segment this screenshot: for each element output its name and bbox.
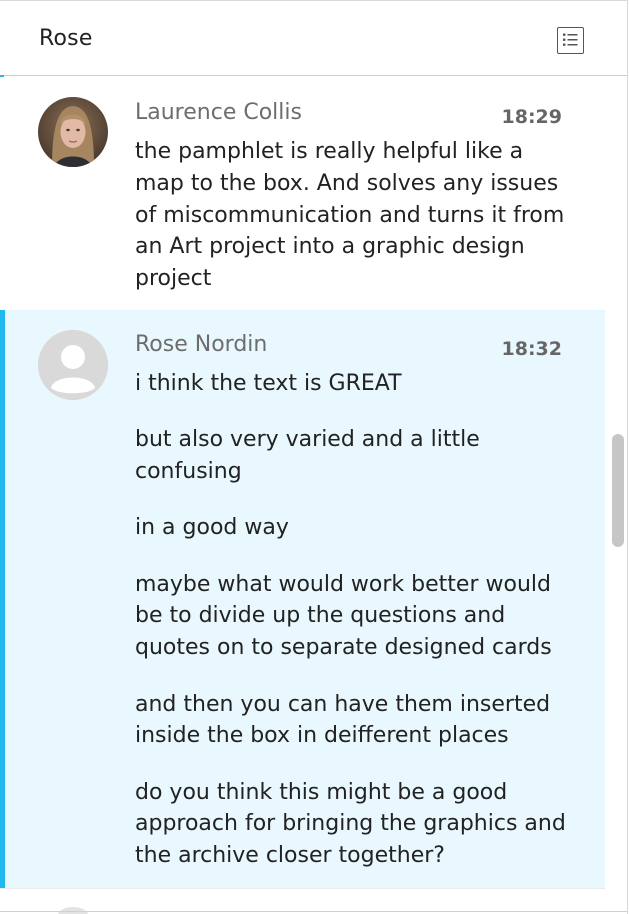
- avatar[interactable]: [38, 330, 108, 400]
- default-user-icon: [38, 330, 108, 400]
- message-list[interactable]: Laurence Collis 18:29 the pamphlet is re…: [0, 77, 605, 914]
- message-paragraph: maybe what would work better would be to…: [135, 571, 552, 661]
- message-paragraph: the pamphlet is really helpful like a ma…: [135, 139, 565, 292]
- message-body: i think the text is GREAT but also very …: [135, 368, 575, 872]
- chat-title: Rose: [39, 26, 93, 51]
- message-item[interactable]: Laurence Collis 18:29 the pamphlet is re…: [0, 77, 605, 310]
- chat-header: Rose: [0, 1, 627, 76]
- message-paragraph: in a good way: [135, 515, 289, 541]
- message-paragraph: and then you can have them inserted insi…: [135, 691, 551, 749]
- message-item-highlighted[interactable]: Rose Nordin 18:32 i think the text is GR…: [0, 310, 605, 888]
- message-paragraph: but also very varied and a little confus…: [135, 427, 480, 485]
- highlight-bar: [0, 310, 5, 888]
- chat-panel: Rose Laurence Collis 18:29 the pamphlet …: [0, 0, 628, 914]
- message-paragraph: do you think this might be a good approa…: [135, 779, 566, 869]
- avatar[interactable]: [38, 97, 108, 167]
- message-author: Rose Nordin: [135, 332, 268, 357]
- message-time: 18:32: [501, 338, 562, 360]
- list-view-icon: [563, 33, 578, 46]
- message-paragraph: i think the text is GREAT: [135, 371, 402, 396]
- message-author: Laurence Collis: [135, 100, 302, 125]
- message-body: the pamphlet is really helpful like a ma…: [135, 136, 575, 295]
- message-time: 18:29: [501, 106, 562, 128]
- divider: [0, 911, 627, 912]
- scrollbar-thumb[interactable]: [612, 434, 624, 547]
- list-view-button[interactable]: [557, 27, 584, 54]
- user-photo-icon: [38, 97, 108, 167]
